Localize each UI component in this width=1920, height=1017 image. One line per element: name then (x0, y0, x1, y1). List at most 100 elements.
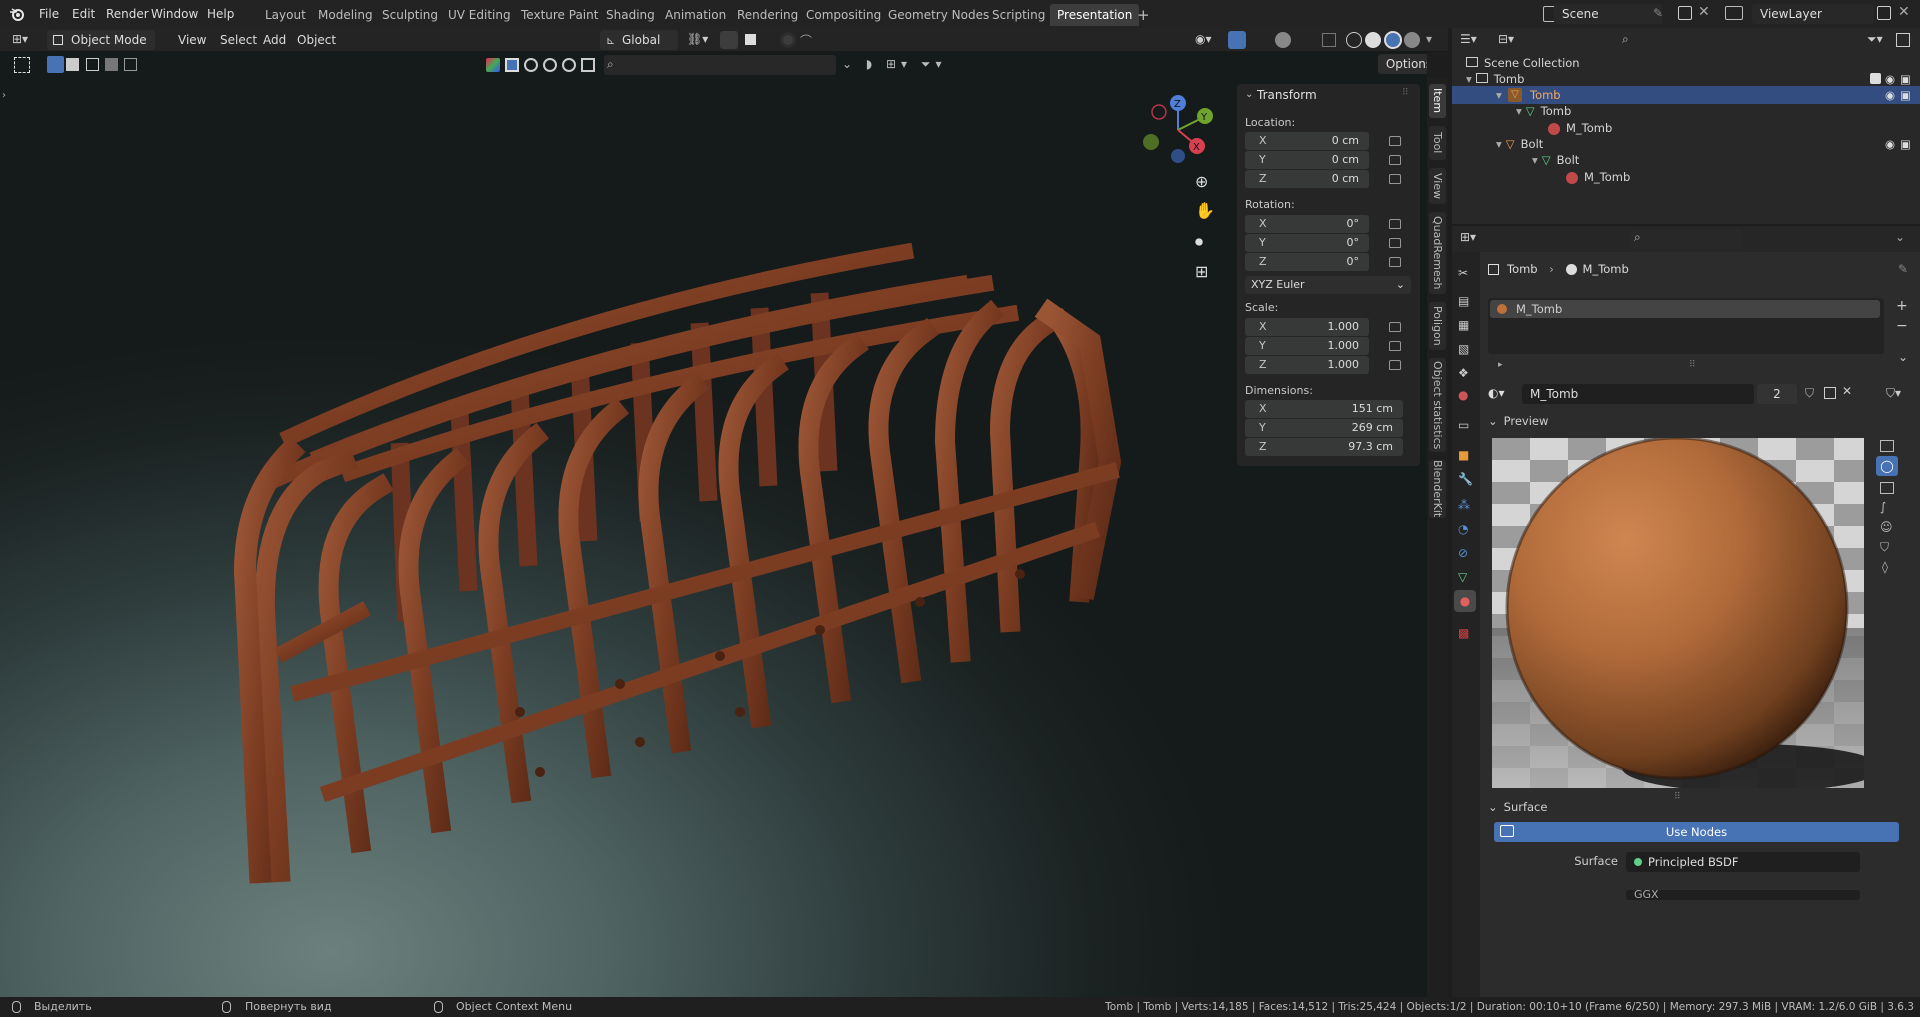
view-layer-icon[interactable] (1725, 6, 1743, 20)
tab-rendering[interactable]: Rendering (730, 4, 805, 26)
editor-type-icon[interactable]: ⊞▾ (12, 32, 34, 48)
rotation-z-field[interactable]: Z 0° (1245, 253, 1369, 271)
lock-icon[interactable] (1389, 155, 1401, 165)
tab-texture-paint[interactable]: Texture Paint (514, 4, 605, 26)
preview-header[interactable]: ⌄ Preview (1488, 410, 1912, 432)
use-nodes-button[interactable]: Use Nodes (1494, 822, 1899, 842)
tab-geometry-nodes[interactable]: Geometry Nodes (881, 4, 996, 26)
material-browse-icon[interactable]: ◐▾ (1488, 386, 1505, 400)
object-tab-icon[interactable]: ■ (1458, 448, 1469, 462)
object-mode-dropdown[interactable]: Object Mode (47, 30, 155, 50)
dimension-y-field[interactable]: Y 269 cm (1245, 419, 1403, 437)
outliner-row-bolt-material[interactable]: M_Tomb (1566, 168, 1630, 186)
slot-menu-icon[interactable]: ⌄ (1898, 350, 1908, 364)
tab-modeling[interactable]: Modeling (311, 4, 380, 26)
menu-select[interactable]: Select (214, 30, 263, 50)
new-view-layer-icon[interactable] (1877, 6, 1891, 20)
tab-animation[interactable]: Animation (658, 4, 733, 26)
tab-scripting[interactable]: Scripting (985, 4, 1052, 26)
remove-slot-icon[interactable]: − (1896, 318, 1908, 334)
browse-node-tree-icon[interactable]: ⛉▾ (1886, 386, 1901, 401)
xray-icon[interactable] (1322, 33, 1336, 47)
zoom-icon[interactable]: ⊕ (1195, 172, 1208, 191)
lock-icon[interactable] (1389, 341, 1401, 351)
menu-add[interactable]: Add (257, 30, 292, 50)
material-users-count[interactable]: 2 (1757, 384, 1797, 404)
overlay-toggle-icon[interactable] (1275, 32, 1291, 48)
scale-y-field[interactable]: Y 1.000 (1245, 337, 1369, 355)
tool-tab-icon[interactable]: ✂ (1458, 266, 1468, 280)
tab-layout[interactable]: Layout (258, 4, 313, 26)
material-name-field[interactable]: M_Tomb (1522, 384, 1754, 404)
preview-fluid-icon[interactable]: ◊ (1882, 560, 1888, 574)
unlink-icon[interactable]: ✕ (1842, 384, 1852, 398)
properties-search-field[interactable] (1630, 229, 1742, 249)
camera-icon[interactable]: ▣ (1900, 135, 1911, 153)
physics-tab-icon[interactable]: ◔ (1458, 522, 1468, 536)
pin-icon[interactable]: ✎ (1898, 262, 1908, 276)
resize-handle-icon[interactable]: ⠿ (1689, 360, 1696, 370)
distribution-field[interactable]: GGX (1626, 890, 1860, 900)
lock-icon[interactable] (1389, 136, 1401, 146)
lock-icon[interactable] (1389, 257, 1401, 267)
view-layer-tab-icon[interactable]: ▧ (1458, 342, 1469, 356)
tab-poligon[interactable]: Poligon (1429, 302, 1446, 350)
proportional-edit-icon[interactable] (780, 32, 796, 48)
checkbox-icon[interactable] (1870, 73, 1881, 84)
eye-icon[interactable]: ◉ (1885, 86, 1895, 104)
preview-flat-icon[interactable] (1880, 440, 1894, 452)
tab-tool[interactable]: Tool (1429, 126, 1446, 160)
pan-hand-icon[interactable]: ✋ (1195, 201, 1215, 220)
outliner-search-field[interactable] (1618, 31, 1730, 51)
falloff-icon[interactable]: ⌒ (800, 32, 812, 49)
rotation-y-field[interactable]: Y 0° (1245, 234, 1369, 252)
scale-x-field[interactable]: X 1.000 (1245, 318, 1369, 336)
menu-edit[interactable]: Edit (66, 4, 101, 24)
shading-wire-icon[interactable] (1346, 32, 1362, 48)
shading-rendered-icon[interactable] (1404, 32, 1420, 48)
eye-icon[interactable]: ◉ (1885, 135, 1895, 153)
dimension-z-field[interactable]: Z 97.3 cm (1245, 438, 1403, 456)
scene-tab-icon[interactable]: ❖ (1458, 366, 1469, 380)
tab-object-statistics[interactable]: Object statistics (1429, 358, 1446, 452)
duplicate-icon[interactable] (1824, 387, 1836, 399)
breadcrumb-material[interactable]: M_Tomb (1583, 262, 1629, 276)
texture-tab-icon[interactable]: ▩ (1458, 626, 1469, 640)
render-tab-icon[interactable]: ▤ (1458, 294, 1469, 308)
surface-shader-field[interactable]: Principled BSDF (1626, 852, 1860, 872)
new-collection-icon[interactable] (1896, 33, 1910, 47)
dimension-x-field[interactable]: X 151 cm (1245, 400, 1403, 418)
add-workspace-button[interactable]: + (1130, 4, 1157, 26)
tab-blenderkit[interactable]: BlenderKit (1429, 460, 1446, 518)
menu-object[interactable]: Object (291, 30, 342, 50)
delete-view-layer-icon[interactable]: ✕ (1898, 4, 1910, 20)
preview-monkey-icon[interactable]: ☺ (1880, 520, 1893, 534)
expand-icon[interactable]: ▸ (1498, 360, 1503, 370)
tomb-cage-model[interactable] (0, 52, 1160, 997)
outliner-row-tomb-mesh[interactable]: ▾ ▽ Tomb (1516, 102, 1571, 120)
lock-icon[interactable] (1389, 322, 1401, 332)
camera-icon[interactable]: ▣ (1900, 86, 1911, 104)
tab-uv-editing[interactable]: UV Editing (441, 4, 518, 26)
location-z-field[interactable]: Z0 cm (1245, 170, 1369, 188)
delete-scene-icon[interactable]: ✕ (1698, 4, 1710, 20)
scale-z-field[interactable]: Z 1.000 (1245, 356, 1369, 374)
preview-sphere-icon[interactable]: ◯ (1876, 456, 1898, 476)
display-mode-icon[interactable]: ⊟▾ (1498, 32, 1514, 46)
snap-target-icon[interactable] (745, 34, 756, 45)
navigation-gizmo[interactable]: Z Y X (1140, 90, 1220, 170)
fake-user-icon[interactable]: ⛉ (1805, 386, 1814, 401)
menu-view[interactable]: View (172, 30, 212, 50)
transform-title[interactable]: Transform (1257, 88, 1317, 102)
preview-hair-icon[interactable]: ∫ (1880, 500, 1886, 514)
menu-window[interactable]: Window (145, 4, 204, 24)
preview-cloth-icon[interactable]: ⛉ (1880, 540, 1889, 555)
constraints-tab-icon[interactable]: ⊘ (1458, 546, 1468, 560)
lock-icon[interactable] (1389, 219, 1401, 229)
add-slot-icon[interactable]: + (1896, 298, 1908, 314)
data-tab-icon[interactable]: ▽ (1458, 570, 1467, 584)
world-tab-icon[interactable]: ● (1458, 388, 1468, 402)
menu-help[interactable]: Help (201, 4, 240, 24)
rotation-mode-dropdown[interactable]: XYZ Euler ⌄ (1245, 276, 1411, 294)
view-layer-field[interactable]: ViewLayer (1752, 4, 1874, 24)
